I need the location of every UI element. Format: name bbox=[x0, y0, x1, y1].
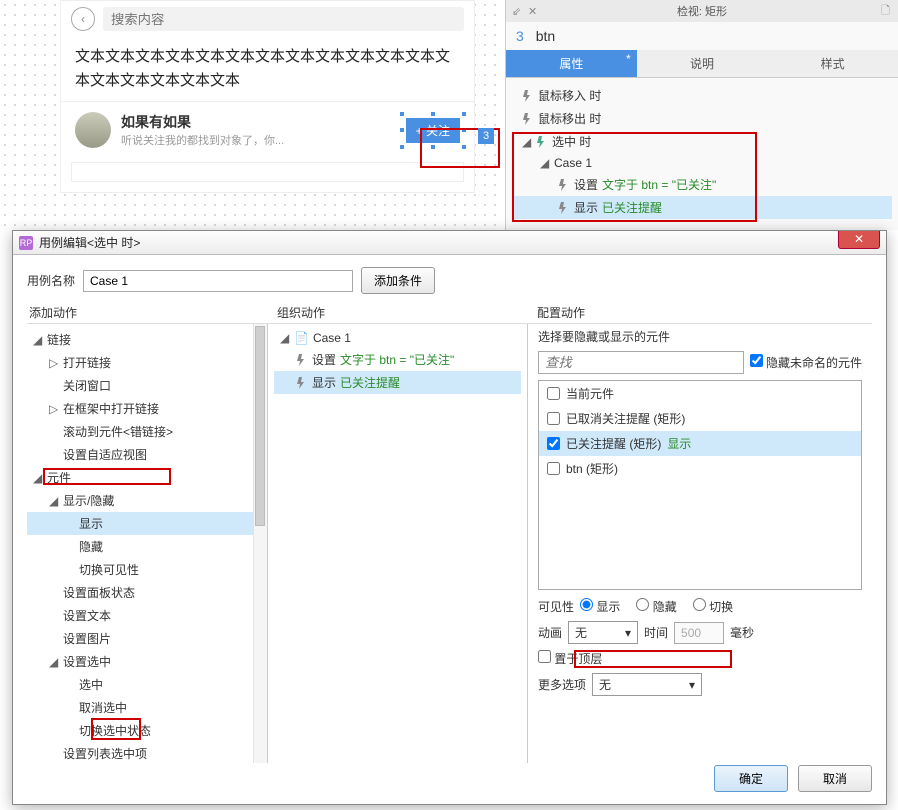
body-text: 文本文本文本文本文本文本文本文本文本文本文本文本文本文本文本文本文本文本 bbox=[61, 37, 474, 101]
app-icon: RP bbox=[19, 236, 33, 250]
doc-icon[interactable]: 🗋 bbox=[881, 2, 890, 21]
scrollbar[interactable] bbox=[253, 324, 267, 763]
time-input bbox=[674, 622, 724, 644]
widget-name: btn bbox=[536, 28, 555, 44]
hide-unnamed-checkbox[interactable]: 隐藏未命名的元件 bbox=[750, 354, 862, 371]
inspector-title-bar: ⇙ ✕ 检视: 矩形 🗋 bbox=[506, 0, 898, 22]
tab-style[interactable]: 样式 bbox=[767, 50, 898, 77]
bolt-icon bbox=[522, 90, 534, 102]
avatar bbox=[75, 112, 111, 148]
bring-front-checkbox[interactable]: 置于顶层 bbox=[538, 650, 602, 667]
bolt-icon bbox=[558, 179, 570, 191]
case-name-label: 用例名称 bbox=[27, 272, 75, 289]
widget-number: 3 bbox=[516, 28, 524, 44]
organize-tree[interactable]: ◢📄 Case 1 设置 文字于 btn = "已关注" 显示 已关注提醒 bbox=[268, 324, 528, 763]
arrow-icon[interactable]: ◢ bbox=[522, 135, 532, 149]
search-input[interactable] bbox=[103, 7, 464, 31]
widget-search-input[interactable] bbox=[538, 351, 744, 374]
close-button[interactable]: ✕ bbox=[838, 231, 880, 249]
user-sub: 听说关注我的都找到对象了，你... bbox=[121, 132, 284, 148]
follow-button[interactable]: + 关注 bbox=[406, 118, 460, 143]
section-organize: 组织动作 bbox=[275, 304, 535, 321]
bolt-icon bbox=[536, 136, 548, 148]
section-configure: 配置动作 bbox=[535, 304, 872, 321]
cancel-button[interactable]: 取消 bbox=[798, 765, 872, 792]
pin-icon[interactable]: ⇙ bbox=[512, 5, 521, 18]
inspector-title: 检视: 矩形 bbox=[677, 3, 727, 19]
footnote-badge: 3 bbox=[478, 128, 494, 144]
tab-properties[interactable]: 属性* bbox=[506, 50, 637, 77]
ok-button[interactable]: 确定 bbox=[714, 765, 788, 792]
bolt-icon bbox=[522, 113, 534, 125]
more-options-select[interactable]: 无▾ bbox=[592, 673, 702, 696]
inspector-panel: ⇙ ✕ 检视: 矩形 🗋 3 btn 属性* 说明 样式 鼠标移入 时 鼠标移出… bbox=[505, 0, 898, 230]
radio-hide[interactable]: 隐藏 bbox=[636, 598, 676, 615]
tab-notes[interactable]: 说明 bbox=[637, 50, 768, 77]
section-add-action: 添加动作 bbox=[27, 304, 275, 321]
case-name-input[interactable] bbox=[83, 270, 353, 292]
action-show: 显示 bbox=[79, 515, 103, 532]
widget-list[interactable]: 当前元件 已取消关注提醒 (矩形) 已关注提醒 (矩形) 显示 btn (矩形) bbox=[538, 380, 862, 590]
back-icon[interactable]: ‹ bbox=[71, 7, 95, 31]
canvas-mockup: ‹ 文本文本文本文本文本文本文本文本文本文本文本文本文本文本文本文本文本文本 如… bbox=[60, 0, 475, 193]
dialog-title: 用例编辑<选中 时> bbox=[39, 234, 140, 251]
radio-toggle[interactable]: 切换 bbox=[693, 598, 733, 615]
bolt-icon bbox=[558, 202, 570, 214]
case-editor-dialog: RP 用例编辑<选中 时> ✕ 用例名称 添加条件 添加动作 组织动作 配置动作… bbox=[12, 230, 887, 805]
arrow-icon[interactable]: ◢ bbox=[540, 156, 550, 170]
config-header: 选择要隐藏或显示的元件 bbox=[538, 328, 862, 345]
radio-show[interactable]: 显示 bbox=[580, 598, 620, 615]
add-condition-button[interactable]: 添加条件 bbox=[361, 267, 435, 294]
widget-item-checked[interactable] bbox=[547, 437, 560, 450]
user-name: 如果有如果 bbox=[121, 112, 284, 132]
animation-select[interactable]: 无▾ bbox=[568, 621, 638, 644]
close-icon[interactable]: ✕ bbox=[528, 5, 537, 18]
action-tree[interactable]: ◢链接 ▷打开链接 关闭窗口 ▷在框架中打开链接 滚动到元件<错链接> 设置自适… bbox=[27, 324, 268, 763]
configure-panel: 选择要隐藏或显示的元件 隐藏未命名的元件 当前元件 已取消关注提醒 (矩形) 已… bbox=[528, 324, 872, 763]
